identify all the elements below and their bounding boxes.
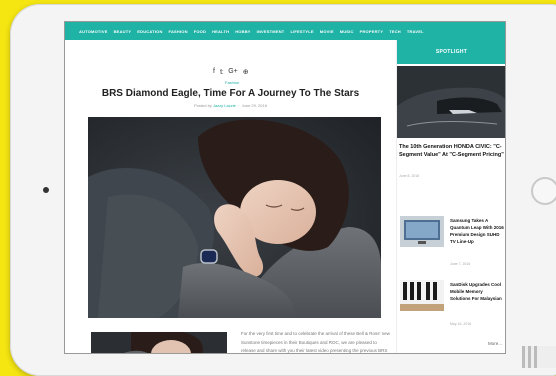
nav-item-fashion[interactable]: FASHION	[169, 29, 188, 34]
nav-item-hobby[interactable]: HOBBY	[235, 29, 250, 34]
nav-item-education[interactable]: EDUCATION	[137, 29, 162, 34]
article-meta: Posted by Jazzy Lazzie · June 29, 2016	[194, 103, 267, 108]
article-title: BRS Diamond Eagle, Time For A Journey To…	[101, 88, 360, 99]
list-item-date: June 7, 2016	[450, 262, 471, 266]
google-plus-icon[interactable]: G+	[228, 68, 238, 76]
top-nav: AUTOMOTIVE BEAUTY EDUCATION FASHION FOOD…	[65, 22, 505, 40]
tv-thumbnail[interactable]	[400, 216, 444, 247]
facebook-icon[interactable]: f	[213, 68, 215, 76]
camera-icon	[43, 187, 49, 193]
article-column: f 𝕥 G+ ⊕ Fashion BRS Diamond Eagle, Time…	[65, 40, 396, 353]
hero-image	[88, 117, 381, 318]
nav-item-investment[interactable]: INVESTMENT	[257, 29, 285, 34]
list-item-title[interactable]: SanDisk Upgrades Cool Mobile Memory Solu…	[450, 281, 504, 302]
nav-item-food[interactable]: FOOD	[194, 29, 206, 34]
article-body: For the very first time and to celebrate…	[241, 331, 390, 353]
keyboard-thumbnail[interactable]	[400, 280, 444, 311]
list-item-title[interactable]: Samsung Takes A Quantum Leap With 2016 P…	[450, 217, 504, 245]
nav-item-health[interactable]: HEALTH	[212, 29, 229, 34]
featured-date: June 8, 2016	[399, 174, 420, 178]
sidebar-heading: SPOTLIGHT	[397, 40, 505, 64]
article-date: June 29, 2016	[241, 103, 267, 108]
nav-item-beauty[interactable]: BEAUTY	[114, 29, 132, 34]
nav-item-automotive[interactable]: AUTOMOTIVE	[79, 29, 108, 34]
nav-item-lifestyle[interactable]: LIFESTYLE	[290, 29, 313, 34]
secondary-image	[91, 332, 227, 353]
author-link[interactable]: Jazzy Lazzie	[213, 103, 236, 108]
home-button[interactable]	[531, 177, 556, 205]
twitter-icon[interactable]: 𝕥	[220, 68, 223, 76]
posted-by-label: Posted by	[194, 103, 212, 108]
list-item-date: May 16, 2016	[450, 322, 472, 326]
nav-item-movie[interactable]: MOVIE	[320, 29, 334, 34]
nav-item-music[interactable]: MUSIC	[340, 29, 354, 34]
featured-title[interactable]: The 10th Generation HONDA CIVIC: "C-Segm…	[399, 143, 505, 159]
nav-item-property[interactable]: PROPERTY	[360, 29, 384, 34]
sidebar: SPOTLIGHT The 10th Generation HONDA CIVI…	[396, 40, 505, 353]
social-share: f 𝕥 G+ ⊕	[213, 68, 249, 76]
nav-item-tech[interactable]: TECH	[389, 29, 401, 34]
more-link[interactable]: More...	[488, 341, 502, 346]
nav-item-travel[interactable]: TRAVEL	[407, 29, 424, 34]
category-link[interactable]: Fashion	[225, 80, 239, 85]
featured-image[interactable]	[397, 66, 505, 138]
pinterest-icon[interactable]: ⊕	[243, 68, 249, 76]
screen: AUTOMOTIVE BEAUTY EDUCATION FASHION FOOD…	[65, 22, 505, 353]
corner-decoration	[522, 346, 556, 368]
